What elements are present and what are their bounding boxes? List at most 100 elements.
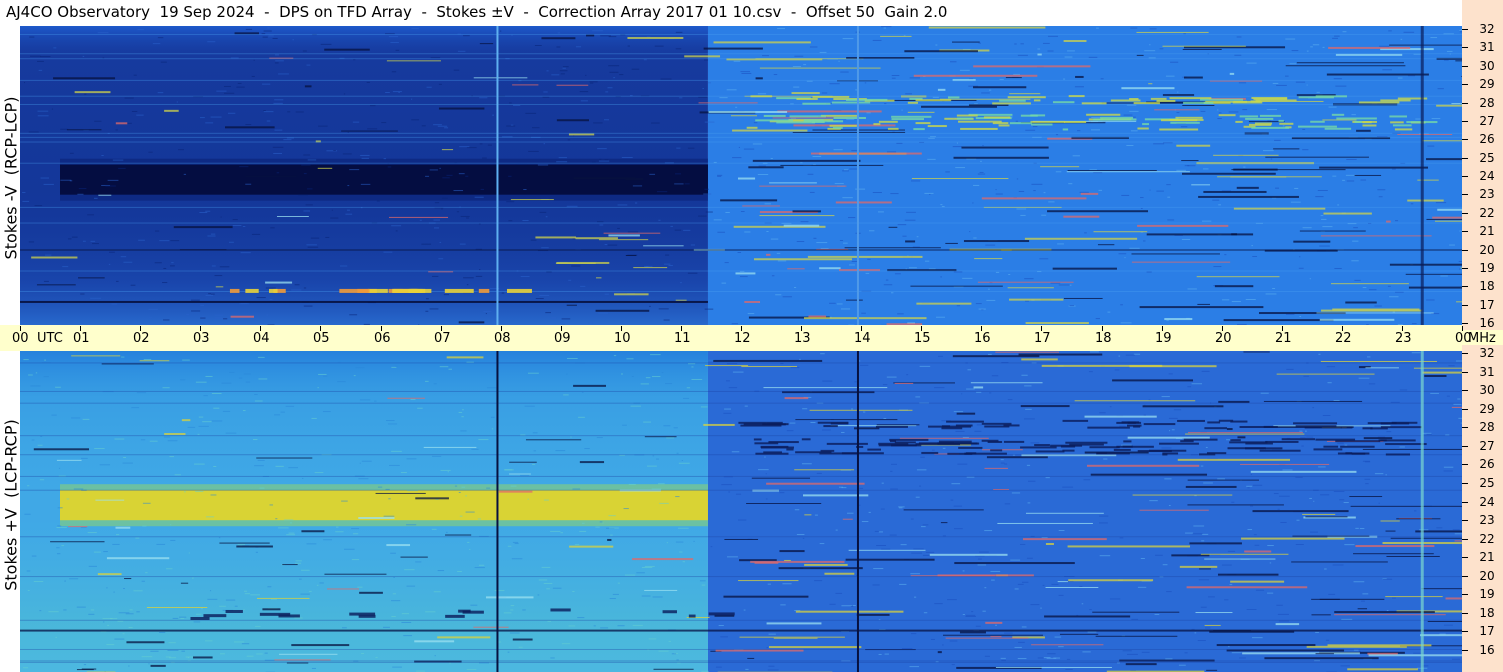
noise-speck xyxy=(255,551,258,553)
dark-blob xyxy=(225,609,243,613)
noise-speck xyxy=(809,46,818,48)
noise-speck xyxy=(596,221,604,223)
noise-speck xyxy=(128,627,133,629)
noise-speck xyxy=(254,393,258,395)
noise-speck xyxy=(470,604,478,606)
noise-speck xyxy=(982,145,984,147)
noise-speck xyxy=(314,472,324,474)
noise-speck xyxy=(353,59,356,61)
noise-speck xyxy=(1276,604,1283,606)
noise-speck xyxy=(1245,299,1256,301)
interference-streak xyxy=(1386,555,1440,557)
noise-speck xyxy=(1265,293,1277,295)
noise-speck xyxy=(170,240,180,242)
interference-streak xyxy=(995,351,1059,353)
noise-speck xyxy=(94,448,105,450)
noise-speck xyxy=(284,519,294,521)
interference-streak xyxy=(95,499,125,501)
noise-speck xyxy=(899,507,903,509)
noise-speck xyxy=(275,465,284,467)
noise-speck xyxy=(482,157,487,159)
noise-speck xyxy=(850,605,854,607)
interference-streak xyxy=(1334,614,1446,616)
noise-speck xyxy=(509,632,520,634)
noise-speck xyxy=(1426,299,1435,301)
interference-streak xyxy=(1195,612,1233,614)
band-streak xyxy=(823,425,838,428)
noise-speck xyxy=(87,532,97,534)
interference-streak xyxy=(1132,494,1233,496)
band-streak xyxy=(1250,100,1261,103)
noise-speck xyxy=(757,93,767,95)
noise-speck xyxy=(1089,609,1092,611)
noise-speck xyxy=(183,173,187,175)
noise-speck xyxy=(208,293,212,295)
noise-speck xyxy=(599,158,602,160)
noise-speck xyxy=(1385,474,1387,476)
noise-speck xyxy=(556,354,565,356)
band-streak xyxy=(1143,423,1176,426)
noise-speck xyxy=(599,521,603,523)
top-freq-label: 27 xyxy=(1479,114,1495,128)
band-streak xyxy=(1315,438,1356,441)
noise-speck xyxy=(906,374,909,376)
noise-speck xyxy=(105,185,116,187)
noise-speck xyxy=(609,598,616,600)
interference-streak xyxy=(644,589,678,591)
interference-streak xyxy=(1347,668,1418,671)
noise-speck xyxy=(1047,35,1058,37)
noise-speck xyxy=(777,28,786,30)
noise-speck xyxy=(351,528,360,530)
noise-speck xyxy=(821,92,828,94)
noise-speck xyxy=(782,296,792,298)
noise-speck xyxy=(1326,366,1336,368)
noise-speck xyxy=(865,272,870,274)
noise-speck xyxy=(860,364,869,366)
long-line xyxy=(20,536,1462,538)
noise-speck xyxy=(673,427,678,429)
noise-speck xyxy=(486,387,497,389)
interference-streak xyxy=(732,129,808,132)
noise-speck xyxy=(1431,118,1441,120)
interference-streak xyxy=(921,105,997,108)
band-streak xyxy=(891,118,924,121)
noise-speck xyxy=(1299,316,1302,318)
noise-speck xyxy=(1389,296,1399,298)
noise-speck xyxy=(223,318,228,320)
noise-speck xyxy=(1028,480,1036,482)
interference-streak xyxy=(458,321,485,324)
interference-streak xyxy=(1092,611,1180,613)
noise-speck xyxy=(1358,650,1361,652)
top-freq-tick xyxy=(1462,194,1468,195)
interference-streak xyxy=(1206,669,1218,671)
noise-speck xyxy=(952,146,962,148)
noise-speck xyxy=(416,670,425,672)
noise-speck xyxy=(724,408,731,410)
interference-streak xyxy=(739,636,845,638)
interference-streak xyxy=(1199,568,1211,570)
interference-streak xyxy=(744,300,761,303)
noise-speck xyxy=(1302,149,1309,151)
noise-speck xyxy=(617,204,628,206)
noise-speck xyxy=(1083,479,1091,481)
noise-speck xyxy=(579,530,587,532)
noise-speck xyxy=(942,535,946,537)
noise-speck xyxy=(881,482,884,484)
noise-speck xyxy=(307,159,317,161)
interference-streak xyxy=(977,281,1074,283)
interference-streak xyxy=(1320,360,1438,362)
noise-speck xyxy=(628,483,636,485)
noise-speck xyxy=(1364,461,1371,463)
chart-title: AJ4CO Observatory 19 Sep 2024 - DPS on T… xyxy=(6,3,948,21)
noise-speck xyxy=(684,183,690,185)
noise-speck xyxy=(274,62,279,64)
noise-speck xyxy=(438,258,444,260)
interference-streak xyxy=(1365,367,1399,369)
noise-speck xyxy=(283,139,292,141)
interference-streak xyxy=(754,258,852,261)
top-freq-tick xyxy=(1462,268,1468,269)
noise-speck xyxy=(924,260,930,262)
noise-speck xyxy=(318,125,328,127)
noise-speck xyxy=(465,511,475,513)
noise-speck xyxy=(113,591,115,593)
